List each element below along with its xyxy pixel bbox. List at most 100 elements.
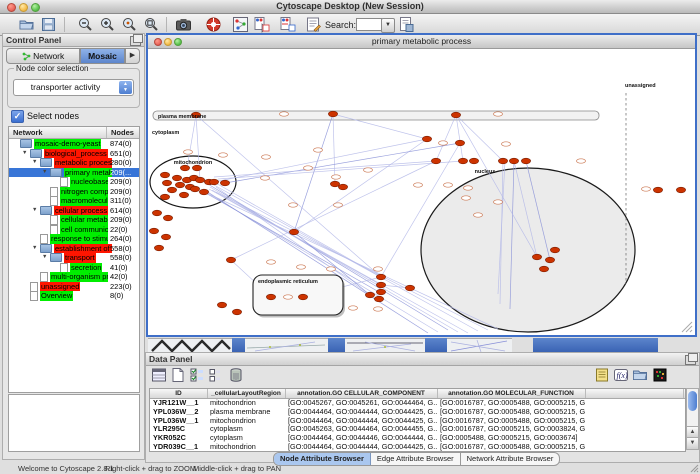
gene-node[interactable]	[192, 165, 201, 171]
gene-node-outline[interactable]	[577, 159, 586, 163]
gene-node-outline[interactable]	[462, 196, 471, 200]
expander-icon[interactable]: ▼	[32, 158, 40, 168]
gene-node-outline[interactable]	[464, 186, 473, 190]
gene-node[interactable]	[498, 158, 507, 164]
delete-attribute-trash-icon[interactable]	[228, 367, 244, 383]
attribute-grid-icon[interactable]	[151, 367, 167, 383]
gene-node[interactable]	[365, 292, 374, 298]
network-tree-item[interactable]: nitrogen compo209(0)	[9, 187, 139, 197]
gene-node[interactable]	[376, 282, 385, 288]
background-window-edge[interactable]	[533, 338, 658, 352]
network-tree-item[interactable]: ▼establishment of lo558(0)	[9, 244, 139, 254]
view-resize-grip[interactable]	[690, 330, 692, 332]
gene-node-outline[interactable]	[284, 295, 293, 299]
node-color-dropdown[interactable]: transporter activity ▲▼	[13, 79, 134, 96]
gene-node[interactable]	[179, 192, 188, 198]
gene-node[interactable]	[217, 302, 226, 308]
network-tree-item[interactable]: mosaic-demo-yeast874(0)	[9, 139, 139, 149]
table-row[interactable]: YJR121W__1mitochondrion[GO:0045267, GO:0…	[150, 399, 685, 408]
gene-node[interactable]	[180, 165, 189, 171]
gene-node-outline[interactable]	[289, 203, 298, 207]
background-window-preview[interactable]	[447, 338, 512, 353]
gene-node-outline[interactable]	[414, 183, 423, 187]
tab-overflow-arrow[interactable]: ▶	[125, 48, 140, 64]
gene-node[interactable]	[160, 172, 169, 178]
network-tree-item[interactable]: secretion41(0)	[9, 263, 139, 273]
gene-node-outline[interactable]	[332, 175, 341, 179]
gene-node[interactable]	[289, 229, 298, 235]
gene-node[interactable]	[338, 184, 347, 190]
gene-node[interactable]	[422, 136, 431, 142]
save-session-icon[interactable]	[40, 16, 57, 33]
background-window-preview[interactable]	[345, 338, 425, 353]
gene-node-outline[interactable]	[349, 306, 358, 310]
network-tree-item[interactable]: unassigned223(0)	[9, 282, 139, 292]
zoom-fit-icon[interactable]	[143, 16, 160, 33]
network-tree-item[interactable]: cellular metabo209(0)	[9, 215, 139, 225]
gene-node[interactable]	[162, 180, 171, 186]
search-dropdown-arrow-icon[interactable]: ▼	[381, 18, 395, 33]
table-row[interactable]: YKR052Ccytoplasm[GO:0044464, GO:0044446,…	[150, 434, 685, 443]
table-row[interactable]: YPL036W__1mitochondrion[GO:0044464, GO:0…	[150, 417, 685, 426]
expander-icon[interactable]: ▼	[32, 244, 40, 254]
column-header[interactable]	[585, 389, 684, 398]
gene-node-outline[interactable]	[314, 148, 323, 152]
save-attributes-icon[interactable]	[398, 16, 415, 33]
attribute-list-notes-icon[interactable]	[594, 367, 610, 383]
network-tree-item[interactable]: ▼biological_process651(0)	[9, 149, 139, 159]
control-panel-header[interactable]: Control Panel	[3, 34, 144, 47]
select-attributes-icon[interactable]	[189, 367, 205, 383]
gene-node-outline[interactable]	[184, 150, 193, 154]
network-tree-item[interactable]: macromolecule311(0)	[9, 196, 139, 206]
table-row[interactable]: YLR295Ccytoplasm[GO:0045263, GO:0044464,…	[150, 425, 685, 434]
gene-node[interactable]	[232, 309, 241, 315]
background-window-edge[interactable]	[328, 338, 345, 352]
gene-node[interactable]	[175, 182, 184, 188]
gene-node[interactable]	[160, 194, 169, 200]
gene-node[interactable]	[521, 158, 530, 164]
gene-node[interactable]	[167, 187, 176, 193]
edge[interactable]	[333, 114, 335, 184]
gene-node-outline[interactable]	[262, 155, 271, 159]
select-nodes-checkbox[interactable]: ✓	[11, 110, 24, 123]
gene-node[interactable]	[431, 158, 440, 164]
import-edge-attributes-icon[interactable]	[279, 16, 296, 33]
zoom-out-icon[interactable]	[77, 16, 94, 33]
gene-node[interactable]	[539, 266, 548, 272]
expander-icon[interactable]: ▼	[42, 168, 50, 178]
open-session-icon[interactable]	[18, 16, 35, 33]
nucleus-compartment[interactable]	[421, 168, 635, 332]
snapshot-camera-icon[interactable]	[175, 16, 192, 33]
gene-node[interactable]	[469, 158, 478, 164]
table-row[interactable]: YDR039C__1mitochondrion[GO:0044464, GO:0…	[150, 443, 685, 452]
gene-node-outline[interactable]	[334, 203, 343, 207]
edge[interactable]	[456, 115, 463, 161]
gene-node[interactable]	[376, 274, 385, 280]
import-node-attributes-icon[interactable]	[253, 16, 270, 33]
network-window-titlebar[interactable]: primary metabolic process	[148, 35, 695, 49]
gene-node-outline[interactable]	[642, 187, 651, 191]
background-window-preview[interactable]	[245, 338, 328, 353]
gene-node-outline[interactable]	[474, 213, 483, 217]
gene-node-outline[interactable]	[280, 112, 289, 116]
gene-node-outline[interactable]	[439, 141, 448, 145]
network-tree-item[interactable]: nucleobase-209(0)	[9, 177, 139, 187]
gene-node[interactable]	[161, 234, 170, 240]
gene-node[interactable]	[209, 179, 218, 185]
float-panel-icon[interactable]	[685, 355, 696, 365]
gene-node[interactable]	[550, 247, 559, 253]
gene-node-outline[interactable]	[374, 307, 383, 311]
tab-network[interactable]: Network	[6, 48, 80, 64]
gene-node[interactable]	[376, 289, 385, 295]
edge[interactable]	[456, 115, 503, 161]
network-canvas[interactable]: plasma membranecytoplasmmitochondrionnuc…	[148, 49, 695, 335]
gene-node-outline[interactable]	[261, 176, 270, 180]
edge[interactable]	[225, 143, 460, 183]
table-scrollbar[interactable]: ▲ ▼	[686, 388, 699, 450]
gene-node[interactable]	[676, 187, 685, 193]
float-panel-icon[interactable]	[130, 36, 141, 46]
gene-node[interactable]	[451, 112, 460, 118]
gene-node-outline[interactable]	[267, 260, 276, 264]
expander-icon[interactable]: ▼	[22, 149, 30, 159]
column-header[interactable]: annotation.GO CELLULAR_COMPONENT	[285, 389, 438, 398]
